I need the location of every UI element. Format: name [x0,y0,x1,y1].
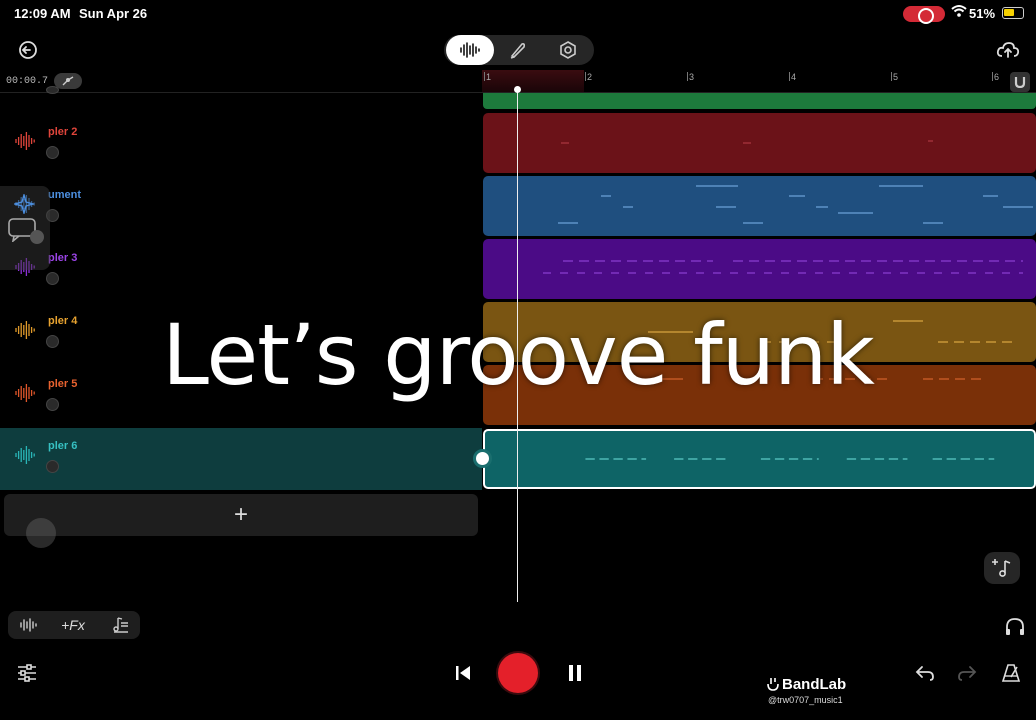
cloud-upload-icon [996,42,1020,58]
redo-icon [958,666,977,681]
track-header[interactable]: pler 2 [0,114,482,176]
ruler-tick: 4 [788,72,797,82]
track-volume-knob[interactable] [46,460,59,473]
watermark-brand: BandLab [766,676,846,693]
track-region-selected[interactable] [483,429,1036,489]
bandlab-logo-icon [767,678,779,691]
track-header[interactable]: ument [0,177,482,239]
ruler-tick: 5 [890,72,899,82]
music-note-plus-icon [992,559,1011,577]
pause-badge-icon [30,230,44,244]
playhead-marker[interactable] [514,86,521,93]
waveform-icon [460,42,480,58]
battery-icon [1002,7,1024,19]
timecode-readout: 00:00.7 [6,76,49,87]
ruler-tick: 6 [991,72,1000,82]
ruler-tick: 2 [584,72,593,82]
video-caption: Let’s groove funk [162,306,875,404]
wifi-icon [951,4,967,21]
mode-settings[interactable] [544,35,592,65]
track-header-selected[interactable]: pler 6 [0,428,482,490]
assistant-floating-panel[interactable] [0,186,50,270]
add-track-button[interactable]: + [4,494,478,536]
track-volume-knob[interactable] [46,272,59,285]
exit-studio-button[interactable] [14,36,42,64]
midi-notes [543,260,1023,274]
redo-button[interactable] [954,661,980,685]
track-name: ument [48,189,81,201]
waveform-icon [20,618,37,632]
timeline-ruler[interactable]: 1 2 3 4 5 6 [482,70,1036,92]
add-effects-button[interactable]: +Fx [54,611,92,639]
headphones-button[interactable] [1000,612,1030,642]
track-waveform-icon [15,132,35,150]
add-instrument-button[interactable] [984,552,1020,584]
touch-indicator [26,518,56,548]
mixer-button[interactable] [14,660,40,686]
sparkle-icon [14,194,34,214]
hexagon-settings-icon [560,41,576,59]
exit-icon [19,41,37,59]
track-name: pler 3 [48,252,78,264]
midi-notes [558,185,1033,224]
track-region[interactable] [483,113,1036,173]
track-header[interactable]: pler 3 [0,240,482,302]
ruler-tick: 3 [686,72,695,82]
lyrics-tool-button[interactable] [106,611,134,639]
track-waveform-icon [15,446,35,464]
upload-button[interactable] [994,36,1022,64]
track-volume-knob[interactable] [46,146,59,159]
status-date: Sun Apr 26 [79,6,148,21]
track-tools-bar: +Fx [8,611,140,639]
automation-toggle[interactable] [54,73,82,89]
headphones-icon [1006,618,1024,635]
track-region[interactable] [483,239,1036,299]
record-button[interactable] [498,653,538,693]
curve-node-icon [62,76,74,86]
view-mode-switcher [444,35,594,65]
lyrics-icon [113,617,128,633]
track-volume-knob[interactable] [46,86,59,94]
skip-back-icon [456,666,470,680]
track-region[interactable] [483,93,1036,109]
pen-icon [510,43,526,59]
rewind-button[interactable] [450,660,476,686]
metronome-icon [1001,664,1021,682]
screen-record-indicator [903,6,945,24]
loop-region[interactable] [482,70,584,92]
waveform-tool-button[interactable] [12,611,44,639]
metronome-button[interactable] [998,660,1024,686]
status-bar: 12:09 AM Sun Apr 26 51% [0,0,1036,28]
mode-edit[interactable] [494,35,542,65]
status-time: 12:09 AM [14,6,71,21]
snap-magnet-button[interactable] [1010,72,1030,92]
track-region[interactable] [483,176,1036,236]
battery-percent: 51% [969,6,996,21]
sliders-icon [18,664,36,682]
mode-tracks[interactable] [446,35,494,65]
ruler-tick: 1 [483,72,492,82]
midi-notes [585,458,995,460]
undo-button[interactable] [912,661,938,685]
magnet-icon [1014,77,1026,88]
track-name: pler 2 [48,126,78,138]
watermark-brand-text: BandLab [782,676,847,693]
midi-notes [561,140,933,144]
region-resize-handle[interactable] [473,449,492,468]
pause-icon [569,665,581,681]
track-name: pler 6 [48,440,78,452]
pause-button[interactable] [562,660,588,686]
watermark-handle: @trw0707_music1 [768,695,843,705]
undo-icon [915,666,934,681]
